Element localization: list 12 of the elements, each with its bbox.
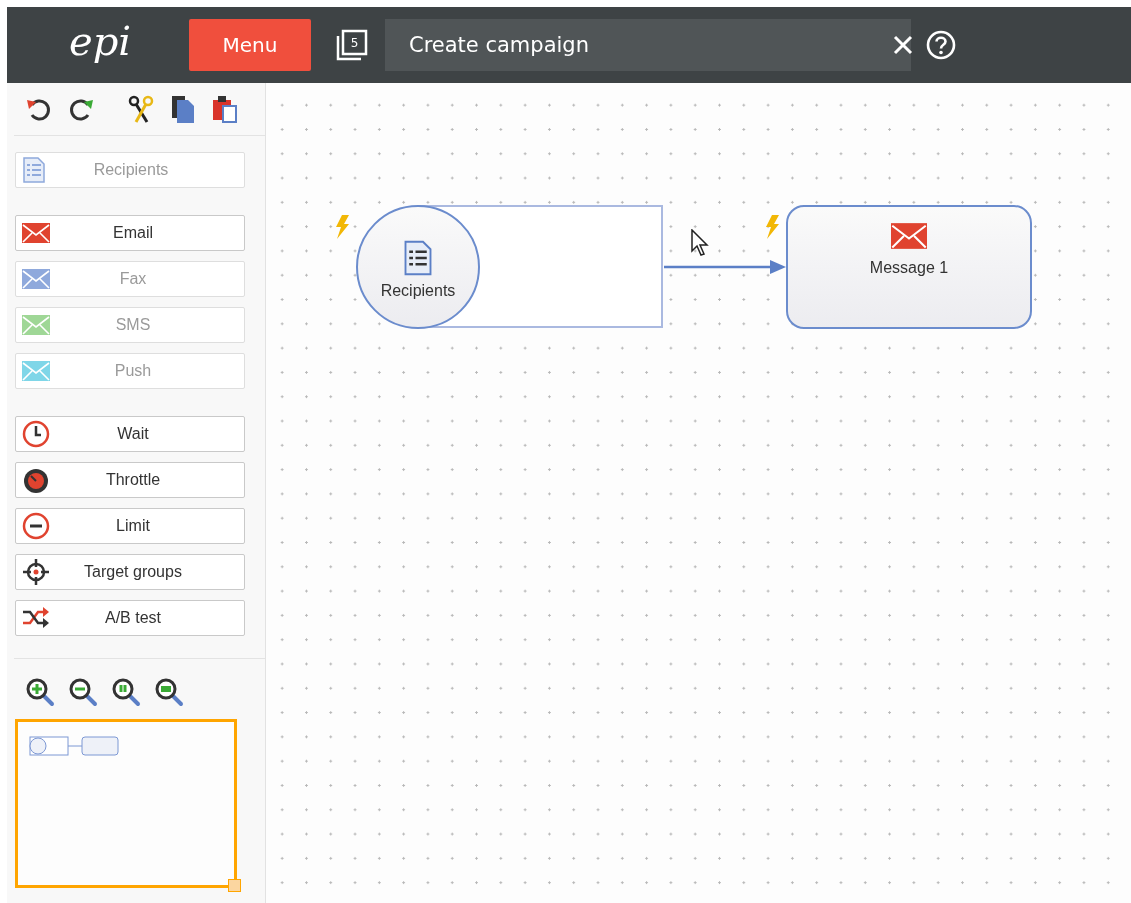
windows-button[interactable]: 5: [335, 28, 369, 62]
message-node[interactable]: Message 1: [786, 205, 1032, 329]
palette-item[interactable]: Throttle: [15, 462, 245, 498]
palette-item[interactable]: A/B test: [15, 600, 245, 636]
title-field[interactable]: Create campaign: [385, 19, 911, 71]
logo[interactable]: epi: [69, 21, 179, 61]
palette-item[interactable]: Email: [15, 215, 245, 251]
palette-item[interactable]: Target groups: [15, 554, 245, 590]
palette-item[interactable]: Wait: [15, 416, 245, 452]
menu-button[interactable]: Menu: [189, 19, 311, 71]
recipients-node[interactable]: Recipients: [356, 205, 480, 329]
palette-item[interactable]: Limit: [15, 508, 245, 544]
